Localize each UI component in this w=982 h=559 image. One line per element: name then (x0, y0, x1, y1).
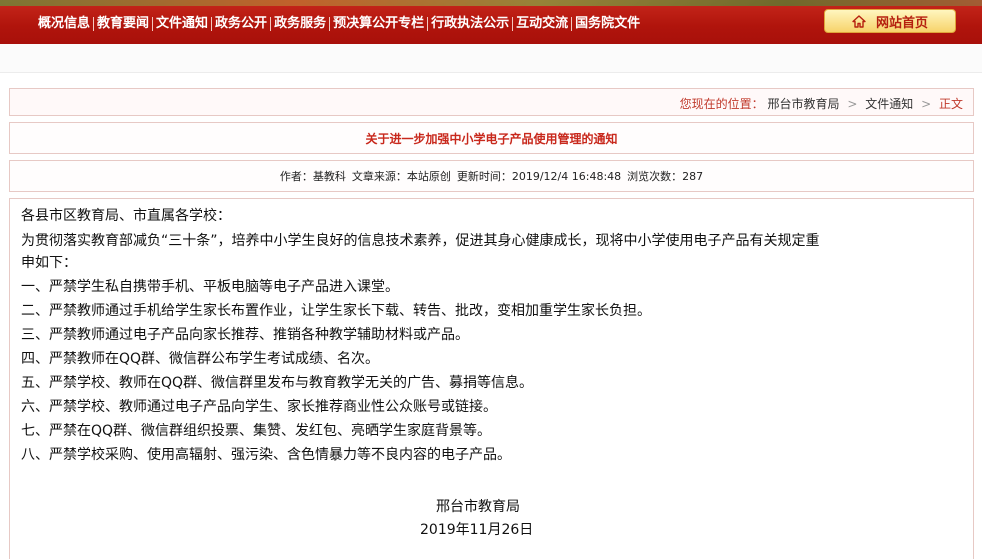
rule-item: 四、严禁教师在QQ群、微信群公布学生考试成绩、名次。 (21, 351, 380, 367)
article-title-box: 关于进一步加强中小学电子产品使用管理的通知 (9, 122, 974, 154)
breadcrumb-separator: > (921, 97, 932, 111)
nav-item-gov-disclosure[interactable]: 政务公开 (215, 15, 267, 33)
nav-item-state-council[interactable]: 国务院文件 (575, 15, 640, 33)
nav-divider (270, 17, 272, 31)
breadcrumb: 您现在的位置： 邢台市教育局 > 文件通知 > 正文 (680, 95, 963, 112)
rule-item: 三、严禁教师通过电子产品向家长推荐、推销各种教学辅助材料或产品。 (21, 327, 469, 343)
nav-item-law-enforcement[interactable]: 行政执法公示 (431, 15, 509, 33)
breadcrumb-bar: 您现在的位置： 邢台市教育局 > 文件通知 > 正文 (9, 88, 974, 116)
nav-item-budget[interactable]: 预决算公开专栏 (333, 15, 424, 33)
nav-divider (512, 17, 514, 31)
rule-item: 一、严禁学生私自携带手机、平板电脑等电子产品进入课堂。 (21, 279, 399, 295)
meta-source: 文章来源：本站原创 (351, 170, 451, 183)
rule-item: 六、严禁学校、教师通过电子产品向学生、家长推荐商业性公众账号或链接。 (21, 399, 497, 415)
nav-divider (329, 17, 331, 31)
rule-item: 七、严禁在QQ群、微信群组织投票、集赞、发红包、亮晒学生家庭背景等。 (21, 423, 492, 439)
nav-divider (211, 17, 213, 31)
breadcrumb-link-home[interactable]: 邢台市教育局 (768, 97, 840, 111)
intro-paragraph-cont: 申如下： (21, 255, 77, 271)
nav-item-notices[interactable]: 文件通知 (156, 15, 208, 33)
breadcrumb-current: 正文 (938, 97, 963, 111)
nav-divider (152, 17, 154, 31)
top-nav-bar: 概况信息 教育要闻 文件通知 政务公开 政务服务 预决算公开专栏 行政执法公示 … (0, 0, 982, 44)
breadcrumb-link-notices[interactable]: 文件通知 (865, 97, 913, 111)
intro-paragraph: 为贯彻落实教育部减负“三十条”，培养中小学生良好的信息技术素养，促进其身心健康成… (21, 233, 820, 249)
rule-item: 八、严禁学校采购、使用高辐射、强污染、含色情暴力等不良内容的电子产品。 (21, 447, 511, 463)
header-banner-strip (0, 0, 982, 6)
nav-item-overview[interactable]: 概况信息 (38, 15, 90, 33)
main-nav: 概况信息 教育要闻 文件通知 政务公开 政务服务 预决算公开专栏 行政执法公示 … (38, 14, 640, 34)
rule-item: 五、严禁学校、教师在QQ群、微信群里发布与教育教学无关的广告、募捐等信息。 (21, 375, 534, 391)
rule-item: 二、严禁教师通过手机给学生家长布置作业，让学生家长下载、转告、批改，变相加重学生… (21, 303, 651, 319)
issue-date: 2019年11月26日 (420, 522, 534, 538)
breadcrumb-prefix: 您现在的位置： (679, 97, 764, 111)
nav-item-interaction[interactable]: 互动交流 (516, 15, 568, 33)
breadcrumb-separator: > (847, 97, 858, 111)
nav-item-gov-services[interactable]: 政务服务 (274, 15, 326, 33)
meta-updated: 更新时间：2019/12/4 16:48:48 (456, 170, 622, 183)
signature: 邢台市教育局 (436, 499, 520, 515)
meta-author: 作者：基教科 (279, 170, 346, 183)
nav-divider (427, 17, 429, 31)
nav-divider (571, 17, 573, 31)
nav-item-education-news[interactable]: 教育要闻 (97, 15, 149, 33)
article-body: 各县市区教育局、市直属各学校： 为贯彻落实教育部减负“三十条”，培养中小学生良好… (9, 198, 974, 559)
article-title: 关于进一步加强中小学电子产品使用管理的通知 (365, 131, 618, 146)
greeting: 各县市区教育局、市直属各学校： (21, 208, 231, 224)
sub-header-strip (0, 44, 982, 73)
home-button-label: 网站首页 (875, 15, 928, 31)
nav-divider (93, 17, 95, 31)
meta-views: 浏览次数：287 (627, 170, 704, 183)
home-button[interactable]: 网站首页 (824, 9, 956, 33)
home-icon (852, 14, 866, 28)
article-meta: 作者：基教科 文章来源：本站原创 更新时间：2019/12/4 16:48:48… (9, 160, 974, 192)
